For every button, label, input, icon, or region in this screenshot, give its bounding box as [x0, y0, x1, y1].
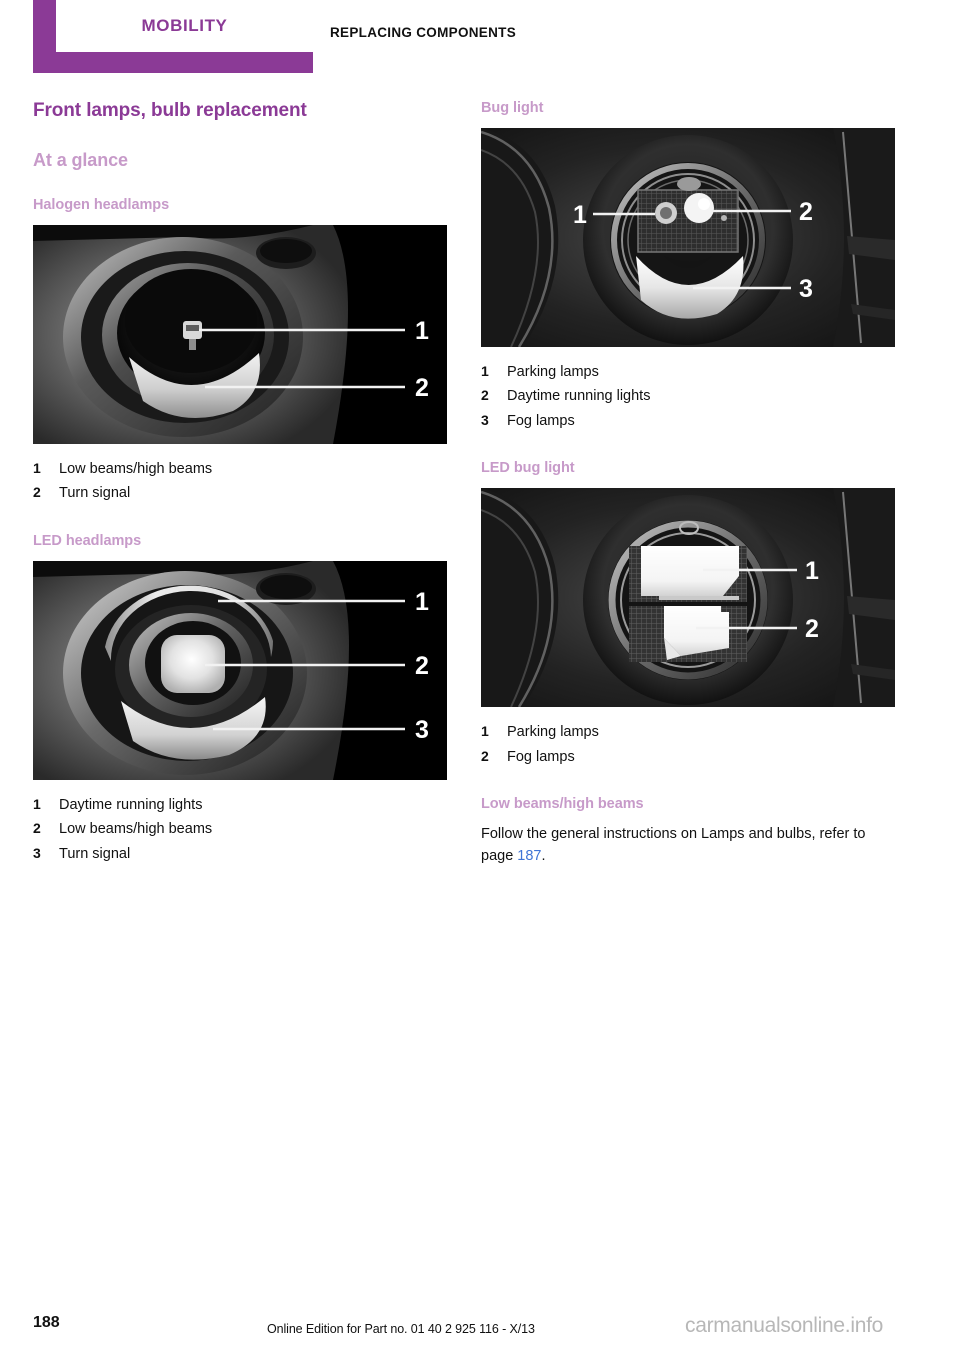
page-footer: 188 Online Edition for Part no. 01 40 2 …: [0, 1300, 960, 1362]
edition-notice: Online Edition for Part no. 01 40 2 925 …: [267, 1322, 535, 1336]
callout-label: Daytime running lights: [507, 388, 651, 405]
page-title: Front lamps, bulb replacement: [33, 100, 307, 121]
callout-row: 2 Fog lamps: [481, 746, 895, 768]
callout-row: 1 Low beams/high beams: [33, 458, 447, 480]
page-reference-link[interactable]: 187: [517, 848, 541, 864]
led-bug-light-photo: 1 2: [481, 488, 895, 708]
callout-list-led-bug-light: 1 Parking lamps 2 Fog lamps: [481, 721, 895, 768]
callout-list-bug-light: 1 Parking lamps 2 Daytime running lights…: [481, 361, 895, 432]
callout-label: Turn signal: [59, 845, 131, 862]
callout-number: 2: [481, 387, 489, 404]
svg-text:2: 2: [805, 615, 819, 643]
page-number: 188: [33, 1314, 60, 1331]
heading-led-bug-light: LED bug light: [481, 460, 575, 477]
left-column: Front lamps, bulb replacement At a glanc…: [33, 100, 447, 867]
callout-list-halogen: 1 Low beams/high beams 2 Turn signal: [33, 458, 447, 505]
callout-number: 1: [481, 363, 489, 379]
site-watermark: carmanualsonline.info: [685, 1314, 883, 1337]
callout-row: 1 Daytime running lights: [33, 794, 447, 816]
heading-led-headlamps: LED headlamps: [33, 532, 142, 549]
page-header: MOBILITY REPLACING COMPONENTS: [0, 0, 960, 100]
right-column: Bug light 1 2 3 1 Parking lamps 2 Daytim…: [481, 100, 895, 868]
callout-label: Daytime running lights: [59, 796, 203, 813]
callout-number: 3: [33, 844, 41, 861]
callout-list-led-headlamps: 1 Daytime running lights 2 Low beams/hig…: [33, 794, 447, 865]
callout-row: 1 Parking lamps: [481, 361, 895, 383]
callout-label: Low beams/high beams: [59, 461, 213, 477]
callout-label: Parking lamps: [507, 724, 599, 741]
heading-bug-light: Bug light: [481, 100, 544, 116]
subtitle-at-a-glance: At a glance: [33, 150, 128, 170]
section-tab-label: MOBILITY: [141, 16, 228, 35]
heading-halogen-headlamps: Halogen headlamps: [33, 197, 170, 213]
svg-text:2: 2: [799, 198, 813, 226]
header-section-title: REPLACING COMPONENTS: [330, 25, 517, 40]
bug-light-photo: 1 2 3: [481, 128, 895, 347]
halogen-headlamp-photo: 1 2: [33, 225, 447, 444]
callout-row: 1 Parking lamps: [481, 721, 895, 743]
section-tab-inner: MOBILITY: [56, 0, 313, 52]
callout-label: Fog lamps: [507, 412, 575, 429]
callout-label: Turn signal: [59, 485, 131, 502]
callout-row: 3 Turn signal: [33, 843, 447, 865]
section-tab-mobility[interactable]: MOBILITY: [33, 0, 313, 73]
callout-number: 2: [33, 820, 41, 837]
callout-number: 2: [33, 484, 41, 501]
callout-label: Parking lamps: [507, 364, 599, 380]
callout-row: 3 Fog lamps: [481, 410, 895, 432]
callout-number: 1: [33, 795, 41, 812]
low-high-beams-paragraph: Follow the general instructions on Lamps…: [481, 824, 895, 868]
callout-number: 1: [481, 723, 489, 740]
paragraph-text-after: .: [541, 848, 546, 865]
svg-text:2: 2: [415, 374, 429, 402]
callout-label: Fog lamps: [507, 748, 575, 765]
led-headlamp-photo: 1 2 3: [33, 560, 447, 780]
callout-row: 2 Daytime running lights: [481, 385, 895, 407]
callout-label: Low beams/high beams: [59, 821, 213, 838]
callout-row: 2 Low beams/high beams: [33, 818, 447, 840]
svg-text:1: 1: [415, 317, 429, 345]
callout-row: 2 Turn signal: [33, 482, 447, 504]
callout-number: 1: [33, 460, 41, 476]
heading-low-high-beams: Low beams/high beams: [481, 796, 644, 813]
svg-text:1: 1: [805, 557, 819, 585]
svg-text:1: 1: [573, 201, 587, 229]
svg-text:3: 3: [415, 716, 429, 744]
callout-number: 2: [481, 747, 489, 764]
svg-text:3: 3: [799, 275, 813, 303]
svg-text:1: 1: [415, 588, 429, 616]
callout-number: 3: [481, 411, 489, 428]
svg-text:2: 2: [415, 652, 429, 680]
